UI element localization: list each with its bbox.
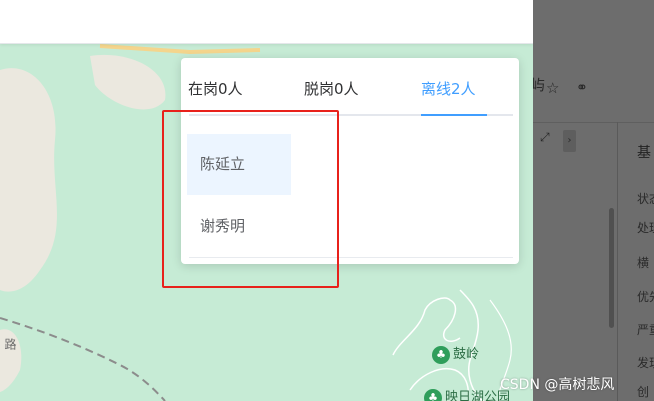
road-label: 路 (3, 338, 17, 350)
panel-divider (617, 122, 618, 401)
tab-offline[interactable]: 离线2人 (421, 79, 476, 99)
field-label: 横 (637, 256, 650, 270)
top-search-bar[interactable] (0, 0, 533, 44)
side-panel-overlay: 鼓屿 ☆ ⚭ ⤢ › 基 状态 处理 横 优先 严重 发现 创 (533, 0, 654, 401)
panel-divider (533, 122, 654, 123)
tab-active-indicator (421, 114, 487, 116)
park-tree-icon: ♣ (424, 388, 442, 401)
field-label: 处理 (637, 221, 654, 235)
road-line (99, 44, 261, 55)
tab-on-duty[interactable]: 在岗0人 (188, 79, 243, 99)
tab-off-duty[interactable]: 脱岗0人 (304, 79, 359, 99)
field-label: 发现 (637, 356, 654, 370)
poi-guling[interactable]: ♣ 鼓岭 (432, 343, 479, 364)
field-label: 状态 (637, 192, 654, 206)
status-tabs: 在岗0人 脱岗0人 离线2人 (181, 58, 519, 116)
chevron-right-icon[interactable]: › (563, 130, 576, 152)
poi-yingrihu-park[interactable]: ♣ 映日湖公园 (424, 386, 510, 401)
bare-land-patch (90, 54, 166, 110)
popup-divider (189, 257, 513, 258)
poi-label: 鼓岭 (453, 347, 480, 362)
panel-heading: 基 (637, 145, 651, 161)
list-item[interactable]: 谢秀明 (187, 196, 291, 257)
watermark: CSDN @高树悲风 (500, 377, 615, 393)
scrollbar[interactable] (609, 208, 614, 328)
park-tree-icon: ♣ (432, 345, 450, 364)
field-label: 优先 (637, 290, 654, 304)
bare-land-patch (0, 68, 57, 292)
list-item[interactable]: 陈延立 (187, 134, 291, 195)
field-label: 严重 (637, 323, 654, 337)
staff-status-popup: 在岗0人 脱岗0人 离线2人 陈延立 谢秀明 (181, 58, 519, 264)
partial-title: 鼓屿 (533, 76, 546, 94)
star-icon[interactable]: ☆ (546, 80, 559, 96)
rail-line (0, 317, 166, 401)
field-label: 创 (637, 385, 650, 399)
link-icon[interactable]: ⚭ (576, 80, 588, 96)
